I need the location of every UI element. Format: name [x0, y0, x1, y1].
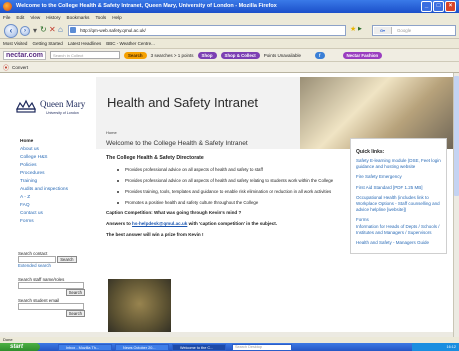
- bookmark-bbc-weather[interactable]: BBC - Weather Centre...: [106, 41, 155, 46]
- star-icon[interactable]: ★: [350, 25, 356, 33]
- logo-subtitle: University of London: [46, 111, 79, 115]
- url-input[interactable]: http://qm-web.safety.qmul.ac.uk/: [68, 25, 346, 36]
- sidebar-item-policies[interactable]: Policies: [18, 162, 88, 170]
- quick-link[interactable]: Health and Safety - Managers Guide: [356, 240, 443, 246]
- back-button[interactable]: ‹: [4, 24, 18, 38]
- answers-line: Answers to hs-helpdesk@qmul.ac.uk with '…: [106, 221, 334, 226]
- caption-competition: Caption Competition: What was going thro…: [106, 210, 242, 215]
- logo-name: Queen Mary: [40, 99, 86, 109]
- page-title: Health and Safety Intranet: [107, 95, 259, 110]
- home-icon[interactable]: ⌂: [58, 25, 63, 34]
- menu-edit[interactable]: Edit: [16, 15, 24, 20]
- quick-link[interactable]: Occupational Health (includes link to Wo…: [356, 195, 443, 214]
- quick-links-panel: Quick links: Safety E-learning module (D…: [350, 138, 447, 255]
- go-icon[interactable]: ▶: [358, 26, 362, 32]
- desktop-search-input[interactable]: Search Desktop: [232, 344, 292, 351]
- bookmark-latest-headlines[interactable]: Latest Headlines: [68, 41, 102, 46]
- task-welcome[interactable]: Welcome to the C...: [172, 344, 226, 351]
- breadcrumb[interactable]: Home: [106, 130, 117, 135]
- stop-icon[interactable]: ✕: [49, 25, 56, 34]
- nectar-search-button[interactable]: Search: [123, 51, 147, 59]
- nectar-search-input[interactable]: Search in Collect: [49, 51, 120, 59]
- bookmark-getting-started[interactable]: Getting Started: [32, 41, 62, 46]
- close-window-button[interactable]: ×: [445, 1, 456, 12]
- student-search-button[interactable]: Search: [65, 310, 85, 317]
- student-search-form: Search student email Search: [18, 298, 85, 317]
- convert-toolbar: ⦿ Convert: [0, 62, 459, 73]
- contact-search-form: Search contact Search Extended search: [18, 251, 85, 268]
- staff-search-input[interactable]: [18, 282, 84, 289]
- contact-search-button[interactable]: Search: [57, 256, 77, 263]
- sidebar-item-forms[interactable]: Forms: [18, 218, 88, 226]
- system-tray-clock: 16:12: [412, 343, 459, 351]
- scrollbar-thumb[interactable]: [454, 76, 459, 196]
- helpdesk-email-link[interactable]: hs-helpdesk@qmul.ac.uk: [132, 221, 187, 226]
- directorate-title: The College Health & Safety Directorate: [106, 155, 204, 161]
- reload-icon[interactable]: ↻: [40, 25, 47, 34]
- search-engine-icon[interactable]: G▾: [374, 27, 392, 34]
- quick-link[interactable]: Fire Safety Emergency: [356, 174, 443, 180]
- menu-help[interactable]: Help: [112, 15, 121, 20]
- extended-search-link[interactable]: Extended search: [18, 263, 85, 268]
- contact-search-input[interactable]: [18, 256, 56, 263]
- minimize-button[interactable]: _: [421, 1, 432, 12]
- nectar-logo[interactable]: nectar.com: [3, 50, 46, 60]
- nectar-searches: 3 searches > 1 points: [150, 52, 194, 58]
- menu-view[interactable]: View: [30, 15, 40, 20]
- list-item: Promotes a positive health and safety cu…: [117, 199, 334, 206]
- convert-button[interactable]: Convert: [12, 65, 28, 70]
- list-item: Provides training, tools, templates and …: [117, 188, 334, 195]
- firefox-icon: [3, 2, 12, 11]
- nectar-fashion-button[interactable]: Nectar Fashion: [342, 51, 383, 59]
- staff-search-form: Search staff name/roles Search: [18, 277, 85, 296]
- nectar-points: Points Unavailable: [263, 52, 302, 58]
- sidebar-item-faq[interactable]: FAQ: [18, 202, 88, 210]
- sidebar-item-home[interactable]: Home: [18, 138, 88, 146]
- quick-links-title: Quick links:: [356, 149, 385, 155]
- menu-bookmarks[interactable]: Bookmarks: [67, 15, 90, 20]
- bookmarks-toolbar: Most Visited Getting Started Latest Head…: [0, 39, 459, 49]
- sidebar-item-a-z[interactable]: A - Z: [18, 194, 88, 202]
- task-inbox[interactable]: Inbox - Mozilla Th...: [58, 344, 112, 351]
- start-button[interactable]: start: [0, 343, 40, 351]
- sidebar-nav: Home About us College H&S Policies Proce…: [18, 138, 88, 226]
- sidebar-item-contact[interactable]: Contact us: [18, 210, 88, 218]
- sidebar-item-audits[interactable]: Audits and inspections: [18, 186, 88, 194]
- favicon-icon: [70, 27, 76, 33]
- nectar-shop-button[interactable]: Shop: [197, 51, 217, 59]
- forward-button[interactable]: ›: [20, 26, 30, 36]
- prize-text: The best answer will win a prize from Ke…: [106, 232, 204, 237]
- menu-history[interactable]: History: [46, 15, 60, 20]
- sidebar-item-college-hs[interactable]: College H&S: [18, 154, 88, 162]
- sidebar-item-about[interactable]: About us: [18, 146, 88, 154]
- list-item: Provides professional advice on all aspe…: [117, 177, 334, 184]
- pdf-icon: ⦿: [3, 65, 10, 72]
- quick-link[interactable]: Safety E-learning module (DSE, Feet logi…: [356, 158, 443, 170]
- competition-photo: [108, 279, 171, 334]
- directorate-list: Provides professional advice on all aspe…: [106, 166, 334, 206]
- sidebar-item-training[interactable]: Training: [18, 178, 88, 186]
- staff-search-button[interactable]: Search: [65, 289, 85, 296]
- window-title: Welcome to the College Health & Safety I…: [0, 0, 459, 13]
- bookmark-most-visited[interactable]: Most Visited: [3, 41, 27, 46]
- menu-bar: File Edit View History Bookmarks Tools H…: [0, 13, 459, 22]
- quick-link[interactable]: Information for Heads of Depts / Schools…: [356, 224, 443, 236]
- menu-file[interactable]: File: [3, 15, 10, 20]
- quick-link[interactable]: First Aid Standard [PDF 1.25 MB]: [356, 185, 443, 191]
- list-item: Provides professional advice on all aspe…: [117, 166, 334, 173]
- sidebar-item-procedures[interactable]: Procedures: [18, 170, 88, 178]
- student-search-input[interactable]: [18, 303, 84, 310]
- maximize-button[interactable]: □: [433, 1, 444, 12]
- menu-tools[interactable]: Tools: [95, 15, 106, 20]
- nectar-shop-collect-button[interactable]: Shop & Collect: [220, 51, 260, 59]
- facebook-icon[interactable]: f: [315, 51, 325, 59]
- answers-suffix: with 'caption competition' in the subjec…: [188, 221, 278, 226]
- nectar-toolbar: nectar.com Search in Collect Search 3 se…: [0, 49, 459, 62]
- answers-prefix: Answers to: [106, 221, 131, 226]
- dropdown-icon[interactable]: ▾: [33, 26, 37, 35]
- task-news[interactable]: News October 20...: [115, 344, 169, 351]
- welcome-heading: Welcome to the College Health & Safety I…: [106, 140, 248, 147]
- main-column: Welcome to the College Health & Safety I…: [106, 138, 334, 237]
